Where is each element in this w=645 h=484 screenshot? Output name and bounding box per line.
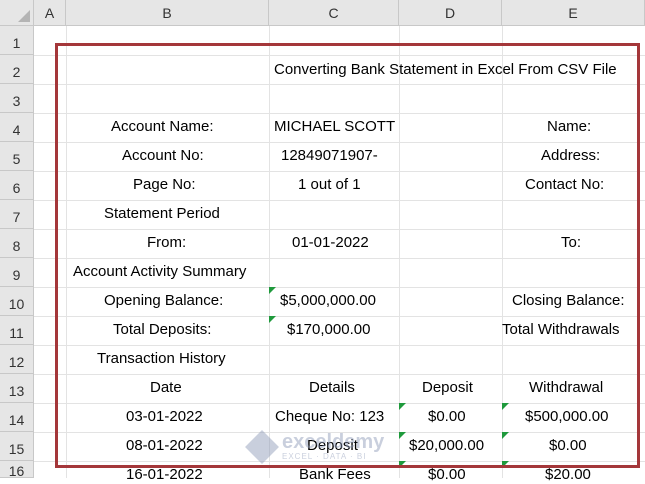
account-name-value[interactable]: MICHAEL SCOTT xyxy=(274,118,395,136)
header-date[interactable]: Date xyxy=(150,379,182,397)
statement-title[interactable]: Converting Bank Statement in Excel From … xyxy=(274,61,617,79)
row-header-12[interactable]: 12 xyxy=(0,345,34,374)
grid-line xyxy=(34,287,645,288)
error-indicator xyxy=(399,461,406,468)
page-no-value[interactable]: 1 out of 1 xyxy=(298,176,361,194)
transaction-withdrawal[interactable]: $500,000.00 xyxy=(525,408,608,426)
error-indicator xyxy=(502,432,509,439)
contact-no-label[interactable]: Contact No: xyxy=(525,176,604,194)
page-no-label[interactable]: Page No: xyxy=(133,176,196,194)
statement-period-heading[interactable]: Statement Period xyxy=(104,205,220,223)
row-header-8[interactable]: 8 xyxy=(0,229,34,258)
grid-line xyxy=(34,374,645,375)
opening-balance-value[interactable]: $5,000,000.00 xyxy=(280,292,376,310)
grid-line xyxy=(34,55,645,56)
account-no-value[interactable]: 12849071907- xyxy=(281,147,378,165)
highlight-frame xyxy=(55,43,640,468)
account-no-label[interactable]: Account No: xyxy=(122,147,204,165)
spreadsheet: A B C D E 1 2 3 4 5 6 7 8 9 10 11 12 13 … xyxy=(0,0,645,483)
grid-line xyxy=(34,229,645,230)
grid-line xyxy=(34,200,645,201)
transaction-deposit[interactable]: $0.00 xyxy=(428,408,466,426)
grid-line xyxy=(34,84,645,85)
error-indicator xyxy=(269,287,276,294)
column-header-c[interactable]: C xyxy=(269,0,399,26)
select-all-button[interactable] xyxy=(0,0,34,26)
transaction-date[interactable]: 16-01-2022 xyxy=(126,466,203,484)
watermark-tagline: EXCEL · DATA · BI xyxy=(282,452,367,461)
row-header-13[interactable]: 13 xyxy=(0,374,34,403)
row-header-2[interactable]: 2 xyxy=(0,55,34,84)
grid-line xyxy=(34,258,645,259)
grid-line xyxy=(269,26,270,478)
from-value[interactable]: 01-01-2022 xyxy=(292,234,369,252)
header-withdrawal[interactable]: Withdrawal xyxy=(529,379,603,397)
error-indicator xyxy=(502,461,509,468)
to-label[interactable]: To: xyxy=(561,234,581,252)
error-indicator xyxy=(399,432,406,439)
transaction-date[interactable]: 08-01-2022 xyxy=(126,437,203,455)
row-header-10[interactable]: 10 xyxy=(0,287,34,316)
grid-line xyxy=(34,403,645,404)
row-header-6[interactable]: 6 xyxy=(0,171,34,200)
error-indicator xyxy=(399,403,406,410)
closing-balance-label[interactable]: Closing Balance: xyxy=(512,292,625,310)
column-header-d[interactable]: D xyxy=(399,0,502,26)
row-header-11[interactable]: 11 xyxy=(0,316,34,345)
row-header-4[interactable]: 4 xyxy=(0,113,34,142)
transaction-deposit[interactable]: $0.00 xyxy=(428,466,466,484)
grid-line xyxy=(66,26,67,478)
row-header-9[interactable]: 9 xyxy=(0,258,34,287)
grid-line xyxy=(34,461,645,462)
total-deposits-label[interactable]: Total Deposits: xyxy=(113,321,211,339)
row-header-3[interactable]: 3 xyxy=(0,84,34,113)
transaction-withdrawal[interactable]: $0.00 xyxy=(549,437,587,455)
row-header-15[interactable]: 15 xyxy=(0,432,34,461)
column-header-e[interactable]: E xyxy=(502,0,645,26)
total-withdrawals-label[interactable]: Total Withdrawals xyxy=(502,321,620,339)
exceldemy-logo-icon xyxy=(245,429,279,464)
column-header-b[interactable]: B xyxy=(66,0,269,26)
transaction-deposit[interactable]: $20,000.00 xyxy=(409,437,484,455)
row-header-14[interactable]: 14 xyxy=(0,403,34,432)
grid-line xyxy=(34,171,645,172)
watermark-brand: exceldemy xyxy=(282,431,385,453)
row-header-1[interactable]: 1 xyxy=(0,26,34,55)
name-label[interactable]: Name: xyxy=(547,118,591,136)
total-deposits-value[interactable]: $170,000.00 xyxy=(287,321,370,339)
grid-line xyxy=(502,26,503,478)
from-label[interactable]: From: xyxy=(147,234,186,252)
header-details[interactable]: Details xyxy=(309,379,355,397)
grid-line xyxy=(34,316,645,317)
exceldemy-watermark: exceldemy EXCEL · DATA · BI xyxy=(245,429,385,464)
row-header-16[interactable]: 16 xyxy=(0,461,34,479)
row-header-7[interactable]: 7 xyxy=(0,200,34,229)
error-indicator xyxy=(269,316,276,323)
grid-line xyxy=(399,26,400,478)
transaction-history-heading[interactable]: Transaction History xyxy=(97,350,226,368)
transaction-date[interactable]: 03-01-2022 xyxy=(126,408,203,426)
grid-line xyxy=(34,113,645,114)
summary-heading[interactable]: Account Activity Summary xyxy=(73,263,246,281)
address-label[interactable]: Address: xyxy=(541,147,600,165)
row-header-5[interactable]: 5 xyxy=(0,142,34,171)
header-deposit[interactable]: Deposit xyxy=(422,379,473,397)
transaction-withdrawal[interactable]: $20.00 xyxy=(545,466,591,484)
transaction-details[interactable]: Cheque No: 123 xyxy=(275,408,384,426)
grid-line xyxy=(34,142,645,143)
opening-balance-label[interactable]: Opening Balance: xyxy=(104,292,223,310)
grid-line xyxy=(34,345,645,346)
account-name-label[interactable]: Account Name: xyxy=(111,118,214,136)
error-indicator xyxy=(502,403,509,410)
column-header-a[interactable]: A xyxy=(34,0,66,26)
transaction-details[interactable]: Bank Fees xyxy=(299,466,371,484)
